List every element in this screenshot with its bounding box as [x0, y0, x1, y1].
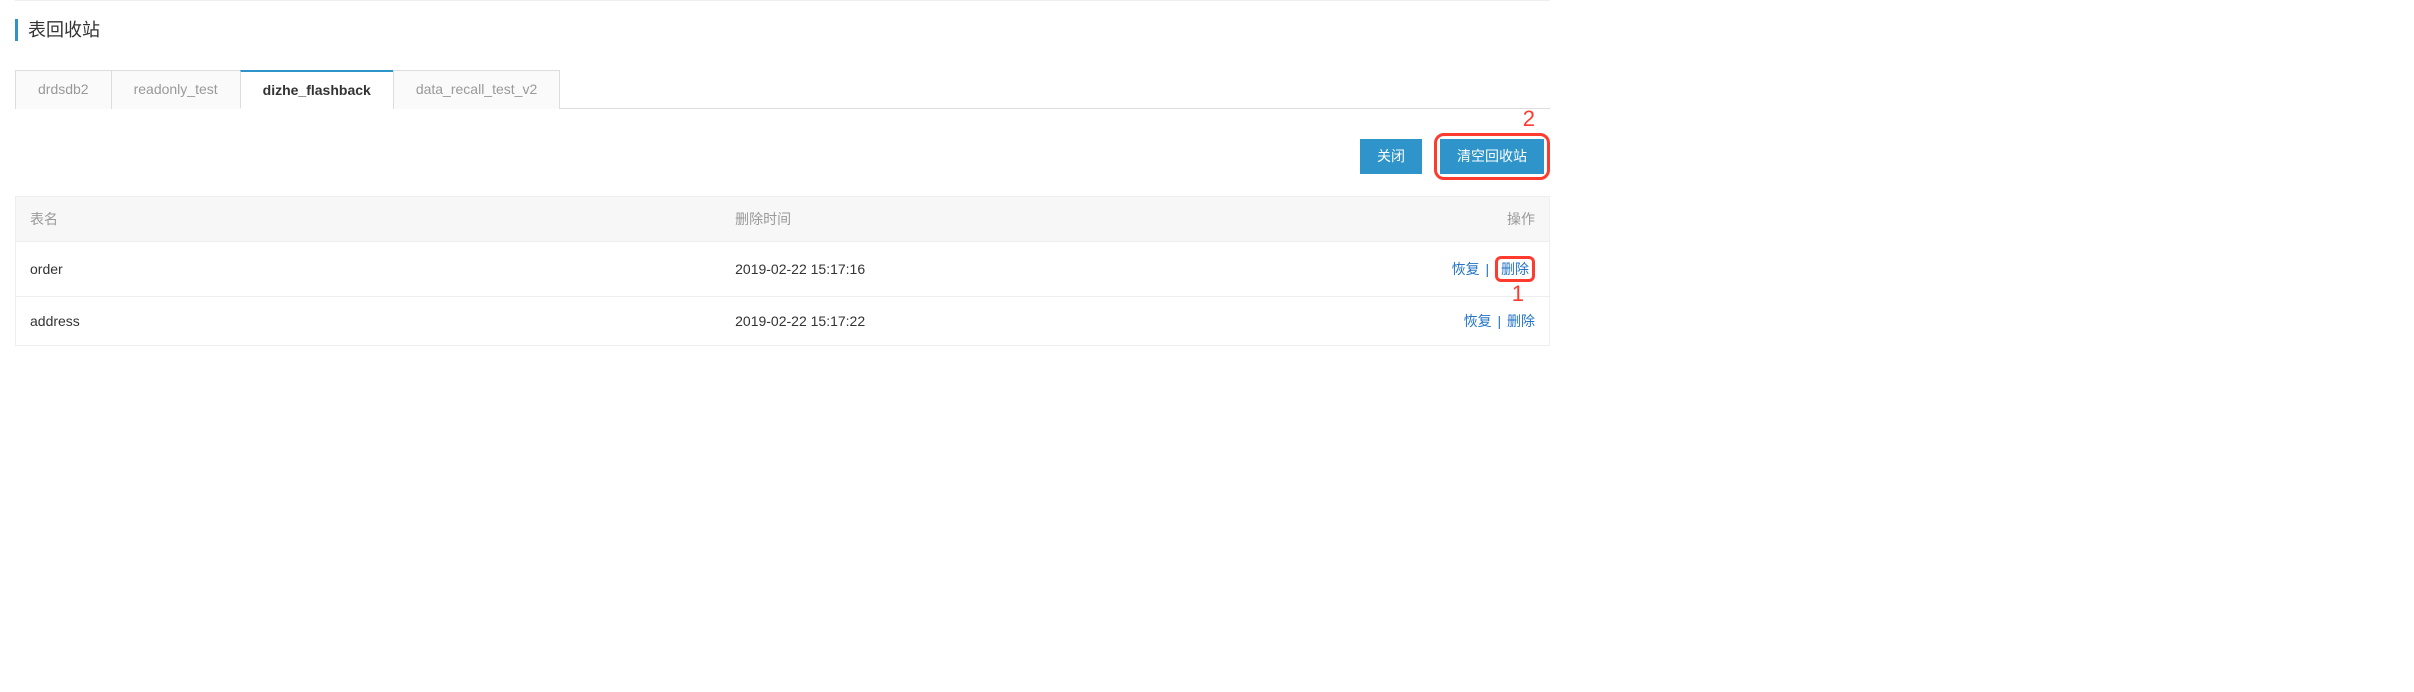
tab-dizhe-flashback[interactable]: dizhe_flashback [240, 70, 394, 109]
page-header: 表回收站 [15, 0, 1550, 41]
close-button[interactable]: 关闭 [1360, 139, 1422, 174]
tab-data-recall-test-v2[interactable]: data_recall_test_v2 [393, 70, 560, 109]
col-header-deleted-at: 删除时间 [721, 196, 1335, 241]
app-container: 表回收站 drdsdb2 readonly_test dizhe_flashba… [0, 0, 1565, 346]
table-row: address 2019-02-22 15:17:22 恢复 | 删除 [16, 296, 1550, 345]
annotation-box-1: 删除 1 [1495, 256, 1535, 282]
col-header-ops: 操作 [1335, 196, 1550, 241]
cell-name: order [16, 241, 722, 296]
cell-deleted-at: 2019-02-22 15:17:22 [721, 296, 1335, 345]
annotation-label-1: 1 [1512, 283, 1524, 305]
recycle-table: 表名 删除时间 操作 order 2019-02-22 15:17:16 恢复 … [15, 196, 1550, 346]
ops-separator: | [1483, 261, 1491, 277]
delete-link[interactable]: 删除 [1507, 313, 1535, 329]
tab-readonly-test[interactable]: readonly_test [111, 70, 241, 109]
tab-bar: drdsdb2 readonly_test dizhe_flashback da… [15, 69, 1550, 109]
cell-ops: 恢复 | 删除 1 [1335, 241, 1550, 296]
restore-link[interactable]: 恢复 [1452, 261, 1480, 277]
ops-separator: | [1495, 313, 1503, 329]
annotation-box-2: 2 清空回收站 [1434, 133, 1550, 180]
tab-drdsdb2[interactable]: drdsdb2 [15, 70, 112, 109]
restore-link[interactable]: 恢复 [1464, 313, 1492, 329]
cell-deleted-at: 2019-02-22 15:17:16 [721, 241, 1335, 296]
table-header-row: 表名 删除时间 操作 [16, 196, 1550, 241]
table-row: order 2019-02-22 15:17:16 恢复 | 删除 1 [16, 241, 1550, 296]
action-bar: 关闭 2 清空回收站 [15, 109, 1550, 192]
col-header-name: 表名 [16, 196, 722, 241]
annotation-label-2: 2 [1523, 108, 1535, 130]
clear-bin-button[interactable]: 清空回收站 [1440, 139, 1544, 174]
cell-name: address [16, 296, 722, 345]
page-title: 表回收站 [15, 19, 1550, 41]
delete-link[interactable]: 删除 [1501, 261, 1529, 277]
